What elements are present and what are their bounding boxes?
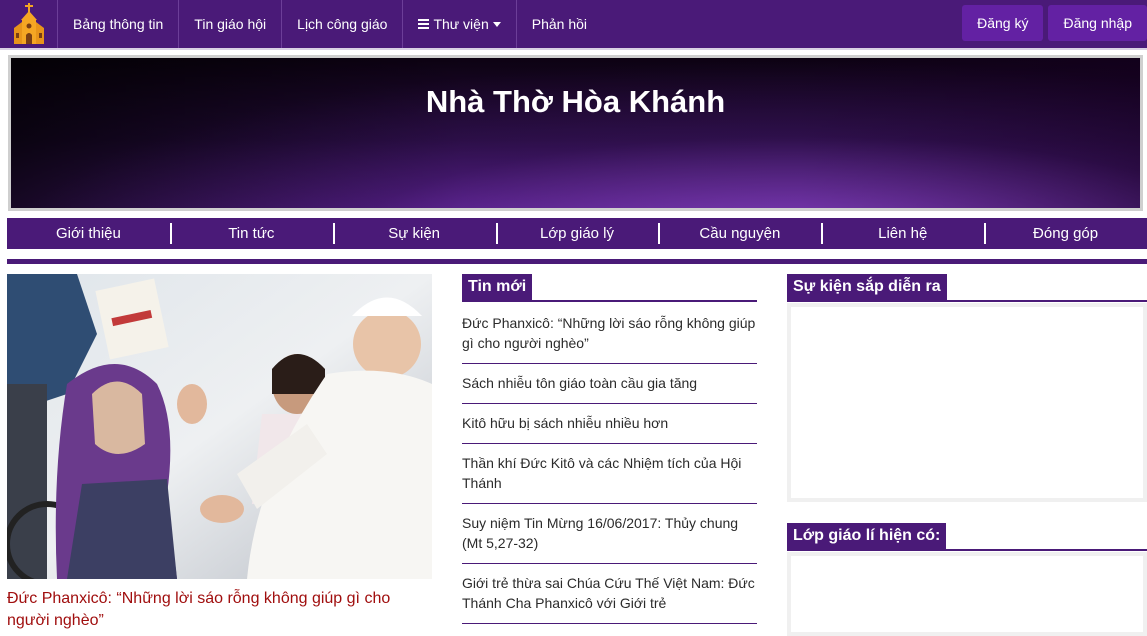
featured-article-photo[interactable] — [7, 274, 432, 579]
register-button[interactable]: Đăng ký — [962, 5, 1044, 41]
auth-buttons: Đăng ký Đăng nhập — [962, 5, 1147, 41]
topbar-divider — [0, 48, 1147, 50]
upcoming-events-header: Sự kiện sắp diễn ra — [787, 274, 1147, 302]
site-banner: Nhà Thờ Hòa Khánh — [8, 55, 1143, 211]
catechism-classes-header: Lớp giáo lí hiện có: — [787, 523, 1147, 551]
news-item[interactable]: Giới trẻ thừa sai Chúa Cứu Thế Việt Nam:… — [462, 564, 757, 624]
subnav-events[interactable]: Sự kiện — [332, 218, 496, 249]
news-item[interactable]: Sách nhiễu tôn giáo toàn cầu gia tăng — [462, 364, 757, 404]
caret-down-icon — [492, 21, 501, 27]
section-navbar: Giới thiệu Tin tức Sự kiện Lớp giáo lý C… — [7, 218, 1147, 249]
subnav-donate[interactable]: Đóng góp — [984, 218, 1147, 249]
news-item[interactable]: Đức Phanxicô: “Những lời sáo rỗng không … — [462, 304, 757, 364]
nav-dashboard[interactable]: Bảng thông tin — [58, 0, 180, 48]
hamburger-icon — [418, 19, 430, 29]
news-item[interactable]: Suy niệm Tin Mừng 16/06/2017: Thủy chung… — [462, 504, 757, 564]
latest-news-heading: Tin mới — [462, 274, 533, 302]
catechism-classes-heading: Lớp giáo lí hiện có: — [787, 523, 947, 551]
nav-catholic-calendar[interactable]: Lịch công giáo — [282, 0, 404, 48]
upcoming-events-content — [791, 307, 1143, 498]
subnav-prayer[interactable]: Cầu nguyện — [658, 218, 821, 249]
nav-library-dropdown[interactable]: Thư viện — [403, 0, 517, 48]
login-button[interactable]: Đăng nhập — [1048, 5, 1147, 41]
latest-news-list: Đức Phanxicô: “Những lời sáo rỗng không … — [462, 304, 757, 624]
subnav-news[interactable]: Tin tức — [169, 218, 333, 249]
catechism-classes-content — [791, 556, 1143, 632]
subnav-introduction[interactable]: Giới thiệu — [7, 218, 170, 249]
catechism-classes-panel — [787, 552, 1147, 636]
nav-church-news[interactable]: Tin giáo hội — [179, 0, 283, 48]
upcoming-events-panel — [787, 303, 1147, 502]
latest-news-header: Tin mới — [462, 274, 757, 302]
section-divider — [7, 259, 1147, 264]
top-navbar: Bảng thông tin Tin giáo hội Lịch công gi… — [0, 0, 1147, 48]
news-item[interactable]: Kitô hữu bị sách nhiễu nhiều hơn — [462, 404, 757, 444]
subnav-contact[interactable]: Liên hệ — [821, 218, 984, 249]
subnav-catechism-classes[interactable]: Lớp giáo lý — [495, 218, 659, 249]
nav-feedback[interactable]: Phản hồi — [517, 0, 602, 48]
news-item[interactable]: Thần khí Đức Kitô và các Nhiệm tích của … — [462, 444, 757, 504]
nav-library-label: Thư viện — [433, 16, 489, 32]
featured-article-title[interactable]: Đức Phanxicô: “Những lời sáo rỗng không … — [7, 588, 432, 632]
site-title: Nhà Thờ Hòa Khánh — [425, 84, 726, 119]
upcoming-events-heading: Sự kiện sắp diễn ra — [787, 274, 947, 302]
church-logo-icon[interactable] — [0, 0, 58, 48]
